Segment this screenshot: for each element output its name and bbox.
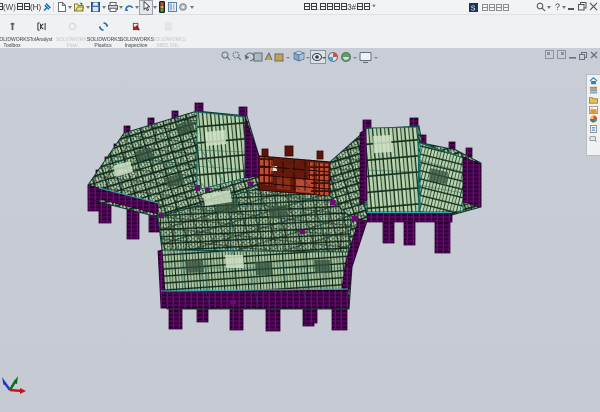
svg-text:S: S (471, 6, 476, 13)
